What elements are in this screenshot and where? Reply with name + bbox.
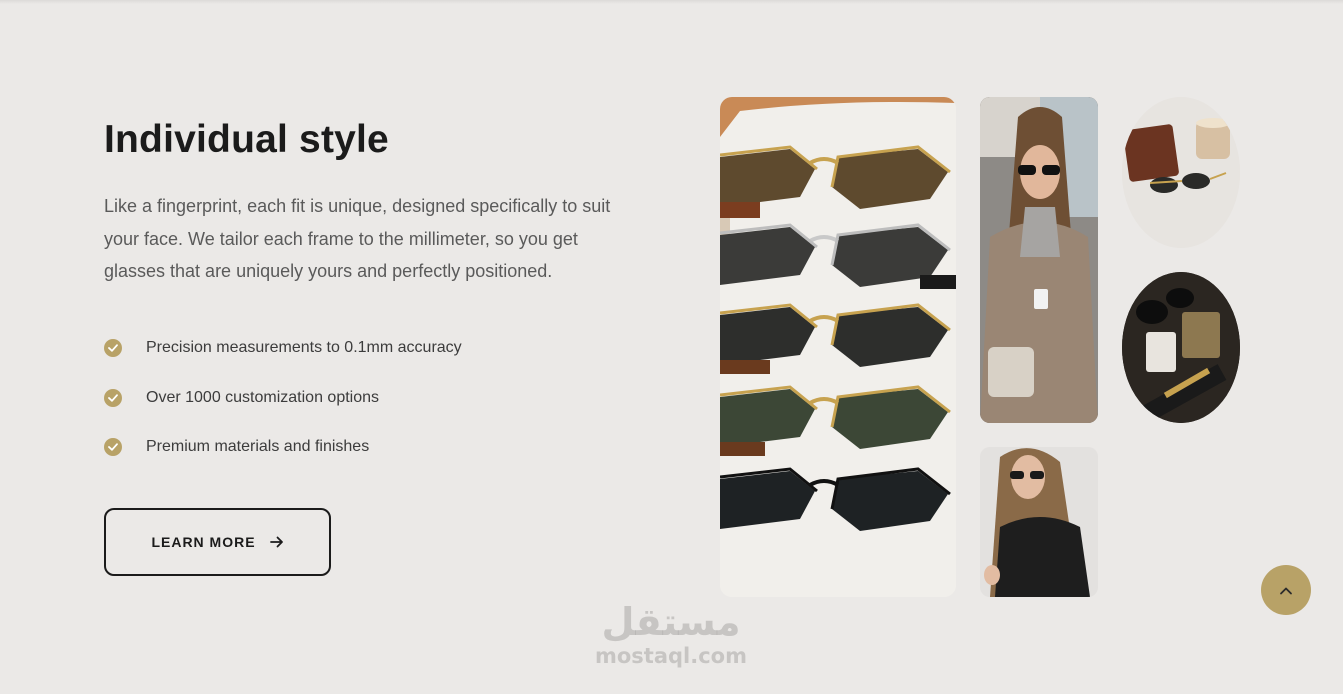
check-circle-icon [104,339,122,357]
sunglasses-stack-photo [720,97,956,597]
learn-more-button[interactable]: LEARN MORE [104,508,331,576]
woman-leather-jacket-photo [980,447,1098,597]
check-circle-icon [104,438,122,456]
sunglasses-perfume-photo [1122,272,1240,423]
woman-fur-coat-photo [980,97,1098,423]
learn-more-label: LEARN MORE [151,534,256,550]
feature-item: Over 1000 customization options [104,384,462,412]
sunglasses-case-photo [1122,97,1240,248]
header-shadow [0,0,1343,4]
section-title: Individual style [104,118,389,161]
feature-label: Over 1000 customization options [146,388,380,406]
watermark-latin: mostaql.com [595,644,747,668]
feature-label: Premium materials and finishes [146,438,370,455]
arrow-right-icon [269,536,284,548]
section-description: Like a fingerprint, each fit is unique, … [104,196,611,281]
feature-item: Precision measurements to 0.1mm accuracy [104,334,462,362]
watermark: مستقل mostaql.com [590,600,752,668]
scroll-to-top-button[interactable] [1261,565,1311,615]
feature-item: Premium materials and finishes [104,433,462,461]
watermark-arabic: مستقل [601,600,741,644]
feature-label: Precision measurements to 0.1mm accuracy [146,339,462,356]
check-circle-icon [104,388,122,407]
chevron-up-icon [1279,586,1293,595]
feature-list: Precision measurements to 0.1mm accuracy… [104,334,462,483]
